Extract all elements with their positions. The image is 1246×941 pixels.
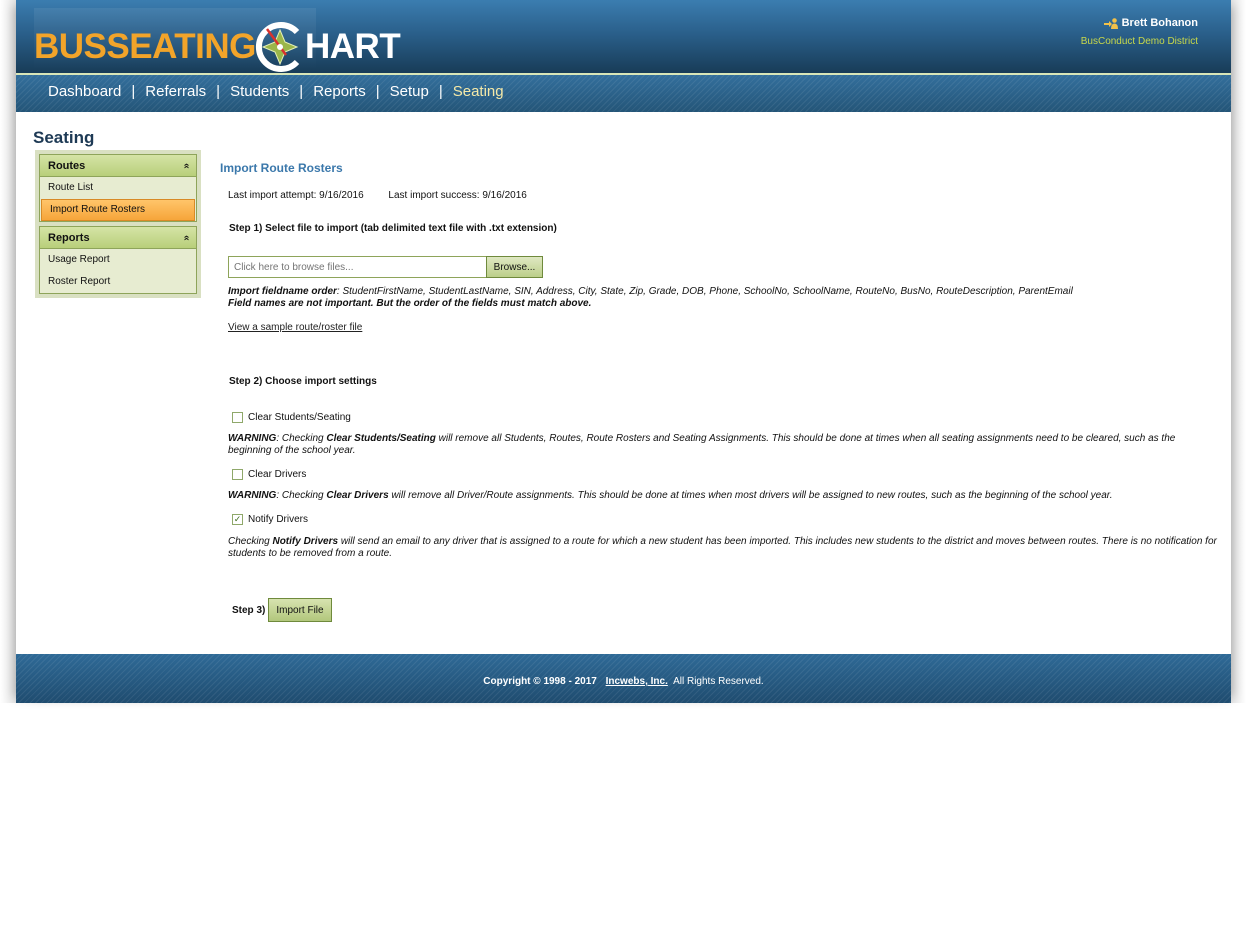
user-name: Brett Bohanon: [1121, 17, 1198, 29]
panel-heading: Routes: [48, 159, 86, 172]
page-gutter-right: [1231, 0, 1246, 703]
page-title: Seating: [33, 128, 95, 147]
notify-drivers-note: Checking Notify Drivers will send an ema…: [228, 536, 1218, 560]
panel-header-reports[interactable]: Reports »: [40, 227, 196, 249]
logo-text-hart: HART: [305, 27, 401, 66]
sidebar-panel-routes: Routes » Route List Import Route Rosters: [39, 154, 197, 222]
nav-separator: |: [438, 83, 443, 100]
collapse-icon[interactable]: »: [181, 163, 192, 169]
sidebar: Routes » Route List Import Route Rosters…: [35, 150, 201, 298]
nav-separator: |: [131, 83, 136, 100]
option-label: Clear Drivers: [248, 469, 307, 480]
nav-setup[interactable]: Setup: [390, 83, 429, 100]
sidebar-item-usage-report[interactable]: Usage Report: [40, 249, 196, 271]
browse-button[interactable]: Browse...: [486, 256, 543, 278]
user-name-row[interactable]: Brett Bohanon: [1081, 16, 1198, 30]
footer-copyright: Copyright © 1998 - 2017 Incwebs, Inc. Al…: [16, 676, 1231, 687]
sidebar-item-roster-report[interactable]: Roster Report: [40, 271, 196, 293]
check-icon: ✓: [233, 514, 242, 524]
nav-reports[interactable]: Reports: [313, 83, 366, 100]
fieldorder-note: Import fieldname order: StudentFirstName…: [228, 286, 1218, 298]
page-shell: BUSSEATING HART Brett Bohanon BusConduct…: [16, 0, 1231, 703]
last-import-attempt: Last import attempt: 9/16/2016: [228, 190, 364, 201]
notify-drivers-checkbox[interactable]: ✓: [232, 514, 243, 525]
import-dates: Last import attempt: 9/16/2016 Last impo…: [228, 190, 527, 201]
file-picker: Browse...: [228, 256, 543, 278]
page-gutter-left: [0, 0, 16, 703]
nav-referrals[interactable]: Referrals: [145, 83, 206, 100]
clear-students-warning: WARNING: Checking Clear Students/Seating…: [228, 433, 1218, 457]
last-import-success: Last import success: 9/16/2016: [388, 190, 527, 201]
company-link[interactable]: Incwebs, Inc.: [606, 676, 668, 687]
nav-separator: |: [375, 83, 380, 100]
clear-drivers-option[interactable]: Clear Drivers: [232, 469, 306, 480]
compass-c-icon: [255, 22, 300, 72]
notify-drivers-option[interactable]: ✓ Notify Drivers: [232, 514, 308, 525]
section-title: Import Route Rosters: [220, 161, 343, 175]
warning-prefix: WARNING: [228, 433, 277, 444]
step3-row: Step 3) Import File: [232, 598, 332, 622]
panel-header-routes[interactable]: Routes »: [40, 155, 196, 177]
sidebar-item-route-list[interactable]: Route List: [40, 177, 196, 199]
panel-heading: Reports: [48, 231, 90, 244]
main-nav: Dashboard | Referrals | Students | Repor…: [16, 75, 1231, 112]
warning-emphasis: Clear Students/Seating: [326, 433, 436, 444]
clear-drivers-checkbox[interactable]: [232, 469, 243, 480]
collapse-icon[interactable]: »: [181, 235, 192, 241]
clear-students-option[interactable]: Clear Students/Seating: [232, 412, 351, 423]
fieldnames-note: Field names are not important. But the o…: [228, 298, 592, 309]
file-path-input[interactable]: [228, 256, 486, 278]
sidebar-item-import-route-rosters[interactable]: Import Route Rosters: [41, 199, 195, 221]
note-text: will send an email to any driver that is…: [228, 536, 1217, 559]
import-file-button[interactable]: Import File: [268, 598, 332, 622]
warning-text: : Checking: [276, 490, 327, 501]
nav-separator: |: [299, 83, 304, 100]
note-text: Checking: [228, 536, 273, 547]
copyright-text: Copyright © 1998 - 2017: [483, 676, 597, 687]
nav-separator: |: [216, 83, 221, 100]
fieldorder-value: : StudentFirstName, StudentLastName, SIN…: [336, 286, 1073, 297]
sample-file-link[interactable]: View a sample route/roster file: [228, 322, 362, 333]
nav-students[interactable]: Students: [230, 83, 289, 100]
step3-label: Step 3): [232, 604, 266, 616]
rights-text: All Rights Reserved.: [673, 676, 764, 687]
step2-heading: Step 2) Choose import settings: [229, 376, 377, 387]
option-label: Clear Students/Seating: [248, 412, 351, 423]
fieldorder-label: Import fieldname order: [228, 286, 337, 297]
warning-text: will remove all Driver/Route assignments…: [388, 490, 1113, 501]
nav-seating[interactable]: Seating: [453, 83, 504, 100]
footer: Copyright © 1998 - 2017 Incwebs, Inc. Al…: [16, 654, 1231, 703]
option-label: Notify Drivers: [248, 514, 309, 525]
header: BUSSEATING HART Brett Bohanon BusConduct…: [16, 0, 1231, 75]
sidebar-panel-reports: Reports » Usage Report Roster Report: [39, 226, 197, 294]
user-district: BusConduct Demo District: [1080, 36, 1198, 47]
clear-drivers-warning: WARNING: Checking Clear Drivers will rem…: [228, 490, 1218, 502]
nav-dashboard[interactable]: Dashboard: [48, 83, 121, 100]
note-emphasis: Notify Drivers: [272, 536, 339, 547]
step1-heading: Step 1) Select file to import (tab delim…: [229, 223, 557, 234]
user-info: Brett Bohanon BusConduct Demo District: [1081, 16, 1198, 47]
logo-text-busseating: BUSSEATING: [34, 27, 256, 66]
warning-prefix: WARNING: [228, 490, 277, 501]
warning-text: : Checking: [276, 433, 327, 444]
warning-emphasis: Clear Drivers: [326, 490, 389, 501]
clear-students-checkbox[interactable]: [232, 412, 243, 423]
user-switch-icon: [1103, 18, 1118, 29]
